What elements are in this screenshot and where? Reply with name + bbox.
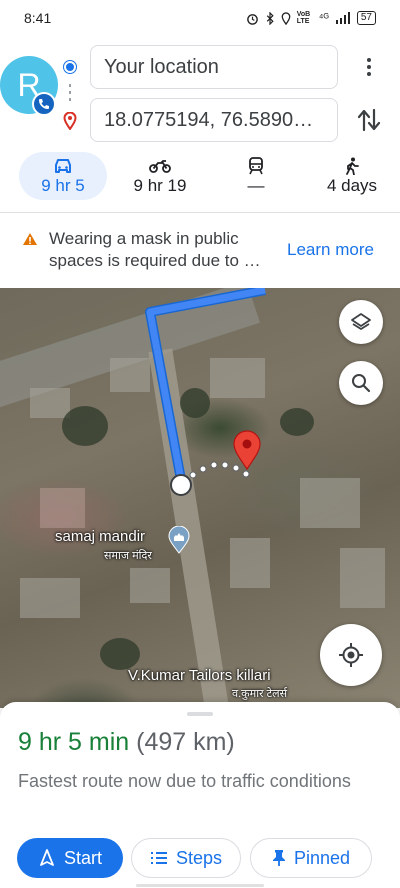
start-button-label: Start: [63, 847, 102, 868]
transit-icon: [248, 156, 264, 176]
walk-icon: [345, 156, 359, 176]
destination-marker-icon: [233, 430, 261, 470]
drag-handle[interactable]: [187, 712, 213, 716]
mode-transit[interactable]: —: [222, 152, 290, 200]
my-location-button[interactable]: [320, 624, 382, 686]
gesture-bar: [136, 884, 264, 887]
learn-more-link[interactable]: Learn more: [287, 240, 374, 260]
route-summary: 9 hr 5 min (497 km): [18, 728, 235, 757]
steps-button-label: Steps: [175, 847, 223, 868]
pinned-button[interactable]: Pinned: [250, 838, 372, 878]
network-type: ⁴ᴳ: [318, 12, 329, 24]
search-icon: [352, 374, 371, 393]
map-place-label[interactable]: V.Kumar Tailors killari: [128, 667, 271, 684]
signal-icon: [335, 12, 350, 24]
origin-dot-icon: [64, 61, 76, 73]
mode-motorcycle[interactable]: 9 hr 19: [118, 152, 202, 200]
pinned-button-label: Pinned: [293, 847, 351, 868]
destination-field[interactable]: 18.0775194, 76.5890…: [90, 98, 338, 142]
status-bar: 8:41 VoB LTE ⁴ᴳ 57: [0, 0, 400, 36]
origin-field[interactable]: Your location: [90, 45, 338, 89]
map-view[interactable]: samaj mandir समाज मंदिर V.Kumar Tailors …: [0, 288, 400, 708]
navigation-arrow-icon: [40, 849, 54, 866]
alarm-icon: [246, 13, 258, 25]
mode-motorcycle-label: 9 hr 19: [133, 176, 187, 195]
map-place-label[interactable]: samaj mandir: [55, 528, 145, 545]
divider: [0, 212, 400, 213]
pin-icon: [272, 850, 285, 866]
temple-icon[interactable]: [168, 526, 190, 554]
route-sheet: 9 hr 5 min (497 km) Fastest route now du…: [0, 702, 400, 888]
mode-walking[interactable]: 4 days: [312, 152, 392, 200]
map-place-sublabel: समाज मंदिर: [104, 550, 152, 562]
list-icon: [150, 852, 167, 864]
bluetooth-icon: [266, 11, 274, 25]
status-time: 8:41: [24, 10, 52, 26]
alert-message: Wearing a mask in public spaces is requi…: [49, 229, 261, 270]
map-place-sublabel: व.कुमार टेलर्स: [232, 688, 288, 700]
battery-icon: 57: [356, 11, 376, 25]
route-distance: (497 km): [136, 728, 235, 756]
destination-pin-icon: [63, 112, 77, 130]
covid-alert: Wearing a mask in public spaces is requi…: [0, 226, 400, 276]
route-connector: [69, 84, 71, 102]
motorcycle-icon: [149, 156, 171, 176]
mode-driving-label: 9 hr 5: [41, 176, 85, 195]
mode-walking-label: 4 days: [326, 176, 378, 195]
status-icons: VoB LTE ⁴ᴳ 57: [246, 11, 376, 25]
search-button[interactable]: [339, 361, 383, 405]
steps-button[interactable]: Steps: [131, 838, 241, 878]
layers-button[interactable]: [339, 300, 383, 344]
volte-icon: VoB LTE: [296, 11, 311, 25]
layers-icon: [351, 313, 371, 330]
location-icon: [281, 11, 291, 25]
my-location-icon: [339, 643, 363, 667]
warning-icon: [23, 233, 37, 245]
mode-transit-label: —: [247, 176, 265, 195]
swap-icon[interactable]: [356, 106, 382, 134]
more-options-icon[interactable]: [358, 56, 380, 78]
route-note: Fastest route now due to traffic conditi…: [18, 771, 351, 791]
mode-driving[interactable]: 9 hr 5: [19, 152, 107, 200]
travel-modes: 9 hr 5 9 hr 19 — 4 days: [0, 152, 400, 204]
phone-icon: [32, 92, 56, 116]
car-icon: [53, 156, 73, 176]
route-duration: 9 hr 5 min: [18, 728, 130, 756]
start-button[interactable]: Start: [17, 838, 123, 878]
